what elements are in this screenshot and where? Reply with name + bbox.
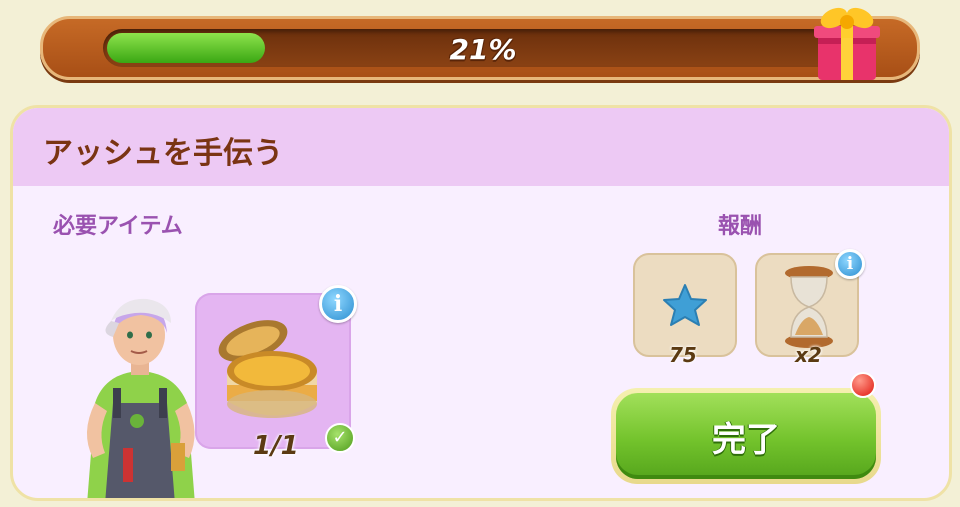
complete-button-label: 完了 xyxy=(712,419,780,460)
complete-button[interactable]: 完了 xyxy=(611,388,881,484)
panel-header: アッシュを手伝う xyxy=(13,108,949,186)
reward-card-star[interactable] xyxy=(633,253,737,357)
cream-jar-icon xyxy=(218,320,317,418)
complete-button-face: 完了 xyxy=(616,393,876,479)
reward-hourglass-amount: x2 xyxy=(795,343,822,367)
item-info-icon[interactable]: i xyxy=(319,285,357,323)
progress-bar-frame: 21% xyxy=(40,16,920,80)
progress-percent: 21% xyxy=(449,33,517,66)
checkmark-icon: ✓ xyxy=(325,423,355,453)
panel-title: アッシュを手伝う xyxy=(43,136,283,171)
character-ash-avatar xyxy=(86,298,195,498)
progress-track: 21% xyxy=(103,29,863,67)
gift-box-icon[interactable] xyxy=(812,4,882,84)
reward-info-icon[interactable]: i xyxy=(835,249,865,279)
rewards-label: 報酬 xyxy=(718,214,763,239)
notification-dot xyxy=(850,372,876,398)
required-items-label: 必要アイテム xyxy=(53,214,183,239)
reward-star-amount: 75 xyxy=(669,343,697,367)
required-item-count: 1/1 xyxy=(253,431,299,461)
blue-star-icon xyxy=(663,284,707,326)
hourglass-icon xyxy=(785,266,833,348)
task-panel: アッシュを手伝う 必要アイテム 報酬 i 1/1 ✓ 75 i x2 完了 xyxy=(10,105,952,501)
